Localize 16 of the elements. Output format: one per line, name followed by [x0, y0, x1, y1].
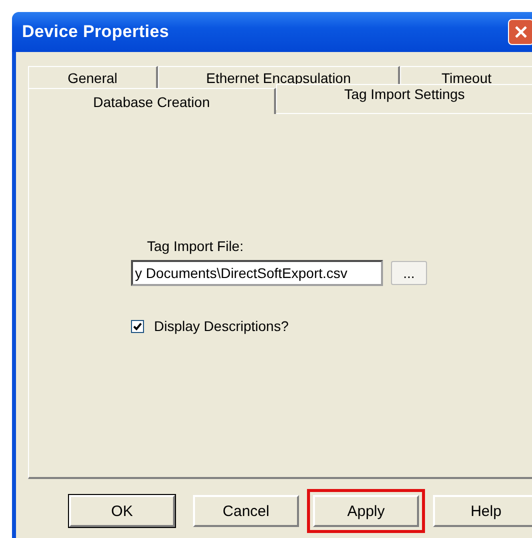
browse-button[interactable]: ... — [391, 261, 427, 285]
close-icon — [514, 25, 528, 39]
dialog-button[interactable]: Help — [433, 495, 532, 527]
close-button[interactable] — [508, 19, 532, 45]
checkbox-label: Display Descriptions? — [154, 318, 289, 334]
dialog-button[interactable]: Apply — [313, 495, 419, 527]
dialog-button[interactable]: Cancel — [193, 495, 299, 527]
tab[interactable]: Ethernet Encapsulation — [158, 66, 400, 88]
window-title: Device Properties — [22, 22, 170, 42]
tab[interactable]: Tag Import Settings — [276, 84, 532, 110]
checkbox[interactable] — [131, 320, 144, 332]
field-label: Tag Import File: — [147, 238, 244, 254]
tab[interactable]: Database Creation — [28, 88, 276, 114]
dialog-button[interactable]: OK — [69, 495, 175, 527]
file-path-field[interactable]: y Documents\DirectSoftExport.csv — [131, 260, 383, 286]
tab[interactable]: General — [28, 66, 158, 88]
